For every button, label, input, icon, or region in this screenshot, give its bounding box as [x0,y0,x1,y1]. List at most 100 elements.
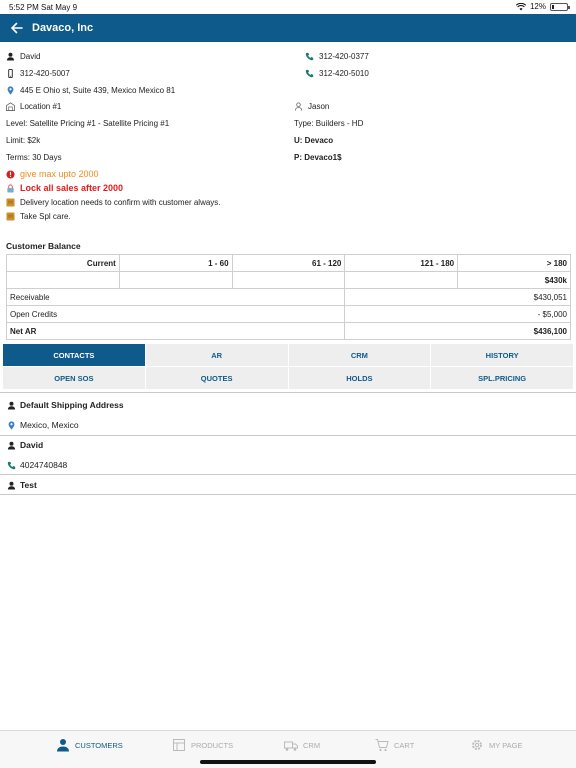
map-pin-icon [7,86,14,95]
contact-2-name: Test [20,480,37,490]
list-item[interactable]: Test [7,480,37,490]
sales-rep: Jason [308,102,330,111]
nav-crm-label: CRM [303,740,321,750]
nav-crm[interactable]: CRM [284,738,320,752]
aging-header-row: Current 1 - 60 61 - 120 121 - 180 > 180 [6,254,571,272]
phone-2[interactable]: 312-420-5010 [319,69,369,78]
aging-header-121-180: 121 - 180 [344,254,459,272]
lock-icon [7,183,14,193]
tab-history[interactable]: HISTORY [431,344,573,366]
contact-1-name: David [20,440,44,450]
tab-open-sos[interactable]: OPEN SOS [3,367,145,389]
pricing-level: Level: Satellite Pricing #1 - Satellite … [6,119,170,128]
open-credits-label: Open Credits [5,305,346,323]
truck-icon [284,741,298,751]
customer-balance-title: Customer Balance [6,241,81,251]
products-icon [173,739,185,751]
mobile-row[interactable]: 312-420-5007 [6,69,70,78]
aging-value-61-120 [231,271,346,289]
customer-type: Type: Builders - HD [294,119,364,128]
nav-cart[interactable]: CART [375,738,414,752]
receivable-value: $430,051 [344,288,571,306]
tab-contacts[interactable]: CONTACTS [3,344,145,366]
payment-terms: Terms: 30 Days [6,153,62,162]
nav-cart-label: CART [394,740,415,750]
nav-my-page[interactable]: MY PAGE [470,738,522,752]
person-icon [6,52,15,61]
nav-my-page-label: MY PAGE [489,740,523,750]
note-text-2: Lock all sales after 2000 [20,183,124,193]
list-item[interactable]: Default Shipping Address [7,400,124,410]
nav-products[interactable]: PRODUCTS [172,738,233,752]
aging-header-61-120: 61 - 120 [231,254,346,272]
credit-limit: Limit: $2k [6,136,41,145]
divider [0,392,576,393]
aging-value-1-60 [118,271,233,289]
tab-holds[interactable]: HOLDS [288,367,431,389]
person-icon [7,441,16,450]
open-credits-row: Open Credits - $5,000 [5,305,571,323]
phone-icon [7,461,16,469]
address-row[interactable]: 445 E Ohio st, Suite 439, Mexico Mexico … [6,86,175,95]
aging-values-row: $430k [6,271,571,289]
note-row-4: Take Spl care. [6,212,71,221]
rep-row: Jason [294,102,329,111]
contact-1-phone: 4024740848 [20,460,68,470]
sales-rep-icon [294,102,303,111]
aging-header-1-60: 1 - 60 [118,254,233,272]
tab-spl-pricing[interactable]: SPL.PRICING [431,367,573,389]
warehouse-icon [6,102,15,111]
note-text-1: give max upto 2000 [20,169,99,179]
receivable-row: Receivable $430,051 [5,288,571,306]
map-pin-icon [8,420,15,430]
mobile-phone[interactable]: 312-420-5007 [20,69,70,78]
phone-1[interactable]: 312-420-0377 [319,52,369,61]
app-header: Davaco, Inc [0,14,576,42]
nav-products-label: PRODUCTS [191,740,234,750]
location-row: Location #1 [6,102,61,111]
shipping-location: Mexico, Mexico [20,420,79,430]
phone-icon [305,69,314,78]
list-item[interactable]: David [7,440,43,450]
list-item[interactable]: Mexico, Mexico [7,420,79,430]
phone-icon [305,52,314,61]
status-bar: 5:52 PM Sat May 9 12% [0,0,576,14]
net-ar-row: Net AR $436,100 [5,322,571,340]
note-text-4: Take Spl care. [20,212,71,221]
divider [0,435,576,436]
nav-customers[interactable]: CUSTOMERS [56,738,123,752]
location: Location #1 [20,102,62,111]
note-row-3: Delivery location needs to confirm with … [6,198,221,207]
net-ar-value: $436,100 [344,322,571,340]
open-credits-value: - $5,000 [344,305,571,323]
net-ar-label: Net AR [5,322,346,340]
tab-ar[interactable]: AR [145,344,288,366]
contact-name-row: David [6,52,40,61]
aging-value-121-180 [344,271,459,289]
aging-header-current: Current [6,254,120,272]
tab-crm[interactable]: CRM [288,344,431,366]
contact-name: David [20,52,41,61]
phone-1-row[interactable]: 312-420-0377 [305,52,369,61]
detail-tabs: CONTACTS AR CRM HISTORY OPEN SOS QUOTES … [3,344,573,389]
gear-icon [472,740,482,750]
phone-2-row[interactable]: 312-420-5010 [305,69,369,78]
divider [0,474,576,475]
note-text-3: Delivery location needs to confirm with … [20,198,221,207]
tab-quotes[interactable]: QUOTES [145,367,288,389]
person-icon [57,739,69,752]
home-indicator [200,760,376,764]
shipping-title: Default Shipping Address [20,400,124,410]
address[interactable]: 445 E Ohio st, Suite 439, Mexico Mexico … [20,86,175,95]
aging-value-current [6,271,120,289]
note-icon [6,212,15,221]
aging-value-over-180: $430k [457,271,571,289]
note-row-2: Lock all sales after 2000 [6,183,123,193]
status-date: Sat May 9 [41,3,78,12]
aging-header-over-180: > 180 [457,254,571,272]
list-item[interactable]: 4024740848 [7,460,67,470]
nav-customers-label: CUSTOMERS [75,740,123,750]
password: P: Devaco1$ [294,153,342,162]
back-arrow-icon[interactable] [10,21,24,35]
page-title: Davaco, Inc [32,22,94,34]
